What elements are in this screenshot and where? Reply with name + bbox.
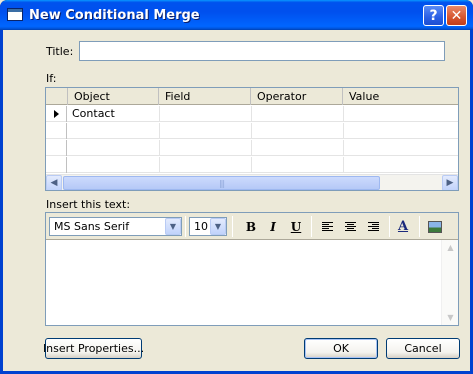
ok-button[interactable]: OK xyxy=(304,338,378,359)
scroll-down-icon[interactable]: ▼ xyxy=(443,310,458,325)
window-title: New Conditional Merge xyxy=(29,8,200,23)
cell-field xyxy=(160,123,252,139)
table-row xyxy=(46,157,458,173)
chevron-down-icon[interactable]: ▼ xyxy=(165,218,181,235)
italic-button[interactable]: I xyxy=(263,217,283,236)
cell-operator xyxy=(252,123,344,139)
scrollbar-thumb[interactable]: ||| xyxy=(63,176,380,190)
scroll-up-icon[interactable]: ▲ xyxy=(443,240,458,255)
dialog-window: New Conditional Merge ? ✕ Title: If: Obj… xyxy=(0,0,473,374)
bold-button[interactable]: B xyxy=(241,217,261,236)
align-right-button[interactable] xyxy=(363,217,383,236)
insert-text-label: Insert this text: xyxy=(46,198,131,211)
font-color-icon: A xyxy=(397,218,409,234)
column-header-value[interactable]: Value xyxy=(343,88,458,105)
image-icon xyxy=(428,220,442,233)
row-selector xyxy=(46,140,67,156)
help-button[interactable]: ? xyxy=(423,5,444,26)
title-input[interactable] xyxy=(79,41,445,61)
align-left-button[interactable] xyxy=(317,217,337,236)
grid-header: Object Field Operator Value xyxy=(46,88,458,105)
insert-properties-button[interactable]: Insert Properties... xyxy=(43,338,144,359)
close-button[interactable]: ✕ xyxy=(446,5,467,26)
dialog-body: Title: If: Object Field Operator Value C… xyxy=(3,30,470,371)
grid-corner xyxy=(46,88,68,105)
cell-field xyxy=(160,140,252,156)
align-right-icon xyxy=(367,222,379,231)
table-row xyxy=(46,140,458,156)
insert-image-button[interactable] xyxy=(425,217,445,236)
window-icon xyxy=(7,8,23,21)
title-bar[interactable]: New Conditional Merge ? ✕ xyxy=(0,0,473,30)
current-row-arrow-icon xyxy=(54,110,59,118)
editor-text-area[interactable] xyxy=(46,241,441,325)
underline-button[interactable]: U xyxy=(286,217,306,236)
table-row xyxy=(46,123,458,139)
font-size-value: 10 xyxy=(194,220,208,233)
cell-operator xyxy=(252,140,344,156)
cell-field xyxy=(160,157,252,173)
chevron-down-icon[interactable]: ▼ xyxy=(210,218,226,235)
grid-horizontal-scrollbar[interactable]: ◀ ||| ▶ xyxy=(46,174,458,190)
rich-text-editor: MS Sans Serif ▼ 10 ▼ B I U A ▲ ▼ xyxy=(45,212,459,326)
toolbar-divider xyxy=(185,216,186,237)
toolbar-divider xyxy=(232,216,233,237)
cancel-button[interactable]: Cancel xyxy=(386,338,460,359)
row-selector xyxy=(46,123,67,139)
cell-value[interactable] xyxy=(344,106,458,122)
row-selector[interactable] xyxy=(46,106,67,122)
cell-operator[interactable] xyxy=(252,106,344,122)
font-family-select[interactable]: MS Sans Serif ▼ xyxy=(49,217,182,236)
align-left-icon xyxy=(321,222,333,231)
cell-object xyxy=(68,157,160,173)
row-selector xyxy=(46,157,67,173)
if-label: If: xyxy=(46,72,57,85)
align-center-icon xyxy=(344,222,356,231)
scroll-right-icon[interactable]: ▶ xyxy=(442,175,458,190)
cell-object xyxy=(68,140,160,156)
table-row[interactable]: Contact xyxy=(46,106,458,122)
title-label: Title: xyxy=(46,45,74,58)
font-color-button[interactable]: A xyxy=(393,217,413,236)
conditions-grid[interactable]: Object Field Operator Value Contact ◀ ||… xyxy=(45,87,459,191)
column-header-field[interactable]: Field xyxy=(159,88,251,105)
toolbar-divider xyxy=(389,216,390,237)
cell-object[interactable]: Contact xyxy=(68,106,160,122)
formatting-toolbar: MS Sans Serif ▼ 10 ▼ B I U A xyxy=(46,213,458,240)
align-center-button[interactable] xyxy=(340,217,360,236)
editor-vertical-scrollbar[interactable]: ▲ ▼ xyxy=(441,240,458,325)
toolbar-divider xyxy=(419,216,420,237)
font-family-value: MS Sans Serif xyxy=(54,220,130,233)
column-header-object[interactable]: Object xyxy=(68,88,159,105)
toolbar-divider xyxy=(311,216,312,237)
scroll-left-icon[interactable]: ◀ xyxy=(46,175,62,190)
font-size-select[interactable]: 10 ▼ xyxy=(189,217,227,236)
cell-object xyxy=(68,123,160,139)
cell-field[interactable] xyxy=(160,106,252,122)
cell-operator xyxy=(252,157,344,173)
column-header-operator[interactable]: Operator xyxy=(251,88,343,105)
